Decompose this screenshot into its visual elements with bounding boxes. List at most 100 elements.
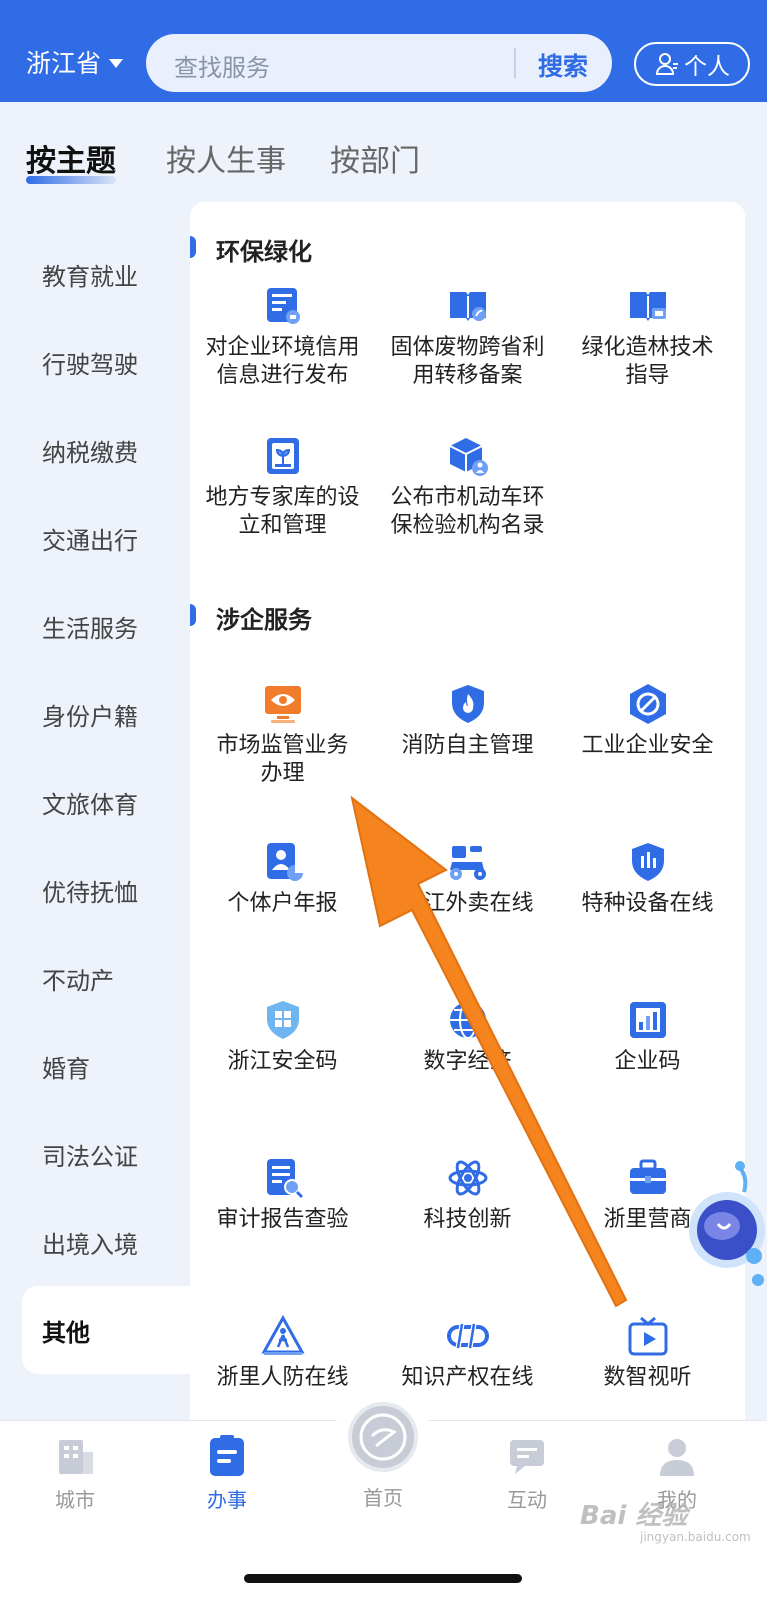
service-individual-annual-report[interactable]: 个体户年报: [190, 840, 375, 918]
nav-label: 办事: [207, 1488, 247, 1512]
search-button[interactable]: 搜索: [538, 47, 588, 83]
nav-home[interactable]: [348, 1402, 418, 1472]
chat-icon: [510, 1440, 544, 1474]
document-report-icon: [266, 288, 300, 324]
service-label: 地方专家库的设 立和管理: [205, 485, 360, 538]
personal-button[interactable]: 个人: [634, 42, 750, 86]
sidebar-item-label: 交通出行: [42, 526, 138, 555]
sidebar-item-life[interactable]: 生活服务: [0, 582, 190, 670]
sidebar-item-driving[interactable]: 行驶驾驶: [0, 318, 190, 406]
sidebar-item-label: 身份户籍: [42, 702, 138, 731]
service-label: 浙里人防在线: [216, 1365, 349, 1390]
service-afforestation-guidance[interactable]: 绿化造林技术 指导: [555, 284, 740, 390]
shield-qr-icon: [266, 1001, 299, 1039]
personal-label: 个人: [684, 54, 730, 80]
service-label: 固体废物跨省利 用转移备案: [390, 335, 545, 388]
service-ip-online[interactable]: 知识产权在线: [375, 1314, 560, 1392]
monitor-eye-icon: [264, 686, 301, 723]
section-title: 环保绿化: [216, 238, 312, 266]
service-market-supervision[interactable]: 市场监管业务 办理: [190, 682, 375, 788]
sidebar-item-preferential[interactable]: 优待抚恤: [0, 846, 190, 934]
section-marker: [190, 236, 196, 258]
theme-sidebar: 教育就业 行驶驾驶 纳税缴费 交通出行 生活服务 身份户籍 文旅体育 优待抚恤 …: [0, 202, 192, 1452]
service-label: 市场监管业务 办理: [216, 733, 349, 786]
service-expert-database[interactable]: 地方专家库的设 立和管理: [190, 434, 375, 540]
service-vehicle-inspection-list[interactable]: 公布市机动车环 保检验机构名录: [375, 434, 560, 540]
service-special-equipment[interactable]: 特种设备在线: [555, 840, 740, 918]
building-icon: [59, 1440, 93, 1474]
service-label: 知识产权在线: [401, 1365, 534, 1390]
sidebar-item-marriage[interactable]: 婚育: [0, 1022, 190, 1110]
service-label: 浙江安全码: [227, 1049, 338, 1074]
service-enterprise-env-credit[interactable]: 对企业环境信用 信息进行发布: [190, 284, 375, 390]
sidebar-item-culture[interactable]: 文旅体育: [0, 758, 190, 846]
person-icon: [655, 53, 678, 75]
book-leaf-icon: [449, 292, 486, 321]
service-solid-waste-transfer[interactable]: 固体废物跨省利 用转移备案: [375, 284, 560, 390]
nav-interaction[interactable]: 互动: [472, 1434, 582, 1513]
plant-frame-icon: [266, 438, 299, 474]
service-zhejiang-takeout[interactable]: 浙江外卖在线: [375, 840, 560, 918]
service-digital-audiovisual[interactable]: 数智视听: [555, 1314, 740, 1392]
briefcase-icon: [629, 1159, 666, 1194]
service-label: 绿化造林技术 指导: [581, 335, 714, 388]
nav-affairs[interactable]: 办事: [172, 1434, 282, 1513]
sidebar-item-label: 纳税缴费: [42, 438, 138, 467]
caret-down-icon: [109, 58, 124, 68]
sidebar-item-label: 生活服务: [42, 614, 138, 643]
service-enterprise-code[interactable]: 企业码: [555, 998, 740, 1076]
service-panel: 环保绿化 对企业环境信用 信息进行发布 固体废物跨省利 用转移备案 绿化造林技术 指导…: [190, 202, 745, 1452]
clipboard-icon: [210, 1435, 244, 1476]
tab-by-life-event[interactable]: 按人生事: [166, 136, 286, 180]
search-input[interactable]: 查找服务: [174, 48, 270, 83]
service-tech-innovation[interactable]: 科技创新: [375, 1156, 560, 1234]
id-card-chart-icon: [266, 843, 303, 881]
tv-play-icon: [628, 1316, 667, 1356]
sidebar-item-label: 文旅体育: [42, 790, 138, 819]
service-label: 个体户年报: [227, 891, 338, 916]
report-search-icon: [266, 1159, 303, 1199]
user-icon: [660, 1439, 694, 1476]
top-header: 浙江省 查找服务 搜索 个人: [0, 0, 767, 102]
service-audit-report-check[interactable]: 审计报告查验: [190, 1156, 375, 1234]
home-logo-icon: [359, 1413, 407, 1461]
book-screen-icon: [629, 292, 666, 321]
sidebar-item-identity[interactable]: 身份户籍: [0, 670, 190, 758]
nav-home-label: 首页: [363, 1486, 403, 1510]
active-tab-indicator: [26, 176, 116, 184]
province-selector[interactable]: 浙江省: [26, 44, 124, 80]
sidebar-item-label: 司法公证: [42, 1142, 138, 1171]
sidebar-item-other[interactable]: 其他: [22, 1286, 192, 1374]
sidebar-item-transport[interactable]: 交通出行: [0, 494, 190, 582]
service-label: 科技创新: [423, 1207, 512, 1232]
sidebar-item-education[interactable]: 教育就业: [0, 230, 190, 318]
sidebar-item-judicial[interactable]: 司法公证: [0, 1110, 190, 1198]
sidebar-item-tax[interactable]: 纳税缴费: [0, 406, 190, 494]
sidebar-item-label: 不动产: [42, 966, 114, 995]
tab-label: 按主题: [26, 144, 116, 179]
nav-label: 城市: [55, 1488, 95, 1512]
search-bar[interactable]: 查找服务 搜索: [146, 34, 612, 92]
scooter-icon: [449, 846, 486, 880]
sidebar-item-property[interactable]: 不动产: [0, 934, 190, 1022]
service-zhejiang-safety-code[interactable]: 浙江安全码: [190, 998, 375, 1076]
assistant-robot-icon[interactable]: [682, 1160, 767, 1300]
tab-by-theme[interactable]: 按主题: [26, 136, 116, 184]
service-label: 消防自主管理: [401, 733, 534, 758]
tab-by-department[interactable]: 按部门: [330, 136, 420, 180]
sidebar-item-label: 行驶驾驶: [42, 350, 138, 379]
service-label: 公布市机动车环 保检验机构名录: [390, 485, 545, 538]
globe-icon: [449, 1001, 486, 1039]
service-industrial-safety[interactable]: 工业企业安全: [555, 682, 740, 760]
nav-city[interactable]: 城市: [20, 1434, 130, 1513]
sidebar-item-entry-exit[interactable]: 出境入境: [0, 1198, 190, 1286]
tab-label: 按部门: [330, 144, 420, 179]
service-fire-self-management[interactable]: 消防自主管理: [375, 682, 560, 760]
shield-bars-icon: [631, 843, 664, 881]
service-digital-economy[interactable]: 数字经济: [375, 998, 560, 1076]
sidebar-item-label: 其他: [42, 1318, 90, 1347]
service-label: 数智视听: [603, 1365, 692, 1390]
search-divider: [514, 48, 516, 78]
service-civil-defense[interactable]: 浙里人防在线: [190, 1314, 375, 1392]
nav-label: 互动: [507, 1488, 547, 1512]
